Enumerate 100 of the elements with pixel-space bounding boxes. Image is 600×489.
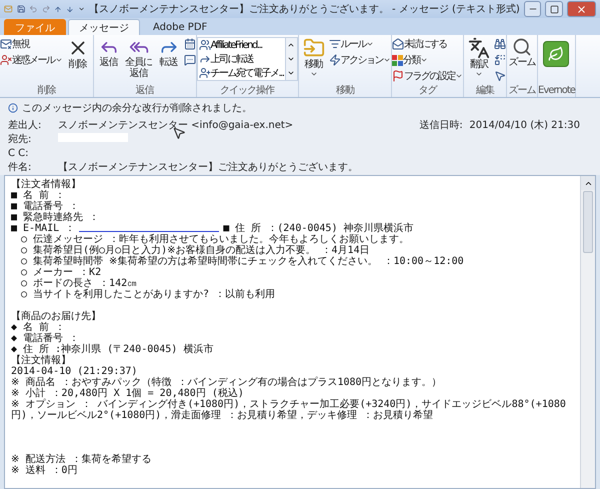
leaf-icon	[548, 46, 564, 62]
group-label: 削除	[36, 85, 57, 97]
down-icon	[287, 55, 296, 63]
message-line: ○ 伝達メッセージ ：昨年も利用させてもらいました。今年もよろしくお願いします。	[20, 234, 410, 245]
ribbon-button[interactable]: 迷惑メール	[0, 53, 62, 67]
filter-icon	[328, 38, 341, 50]
message-line: ■ 電話番号 ：	[11, 201, 80, 212]
save-icon	[16, 3, 26, 15]
message-icon	[184, 54, 196, 66]
message-line: ○ 集荷希望時間帯 ※集荷希望の方は希望時間帯にチェックを入れてください。 ：10:00～12:00	[20, 256, 465, 267]
user-x-icon	[0, 54, 12, 66]
scroll-thumb[interactable]	[583, 191, 593, 253]
app-button[interactable]	[543, 41, 570, 67]
mail-x-icon	[0, 38, 12, 50]
ribbon-button[interactable]: フラグの設定	[392, 69, 464, 83]
message-line: 【注文者情報】	[11, 179, 82, 190]
message-line: ※ 小計 ：20,480円 X 1個 = 20,480円 (税込)	[11, 388, 245, 399]
icon-button[interactable]	[184, 53, 196, 67]
message-line: 【注文情報】	[11, 355, 72, 366]
users-icon	[198, 39, 210, 51]
ribbon-button[interactable]: ズーム	[507, 37, 538, 68]
field-label: 宛先:	[8, 132, 32, 146]
quick-step-item[interactable]: チーム宛て電子メ...	[198, 66, 285, 80]
icon-button[interactable]	[184, 37, 196, 51]
maximize-icon	[550, 4, 559, 14]
ribbon-button[interactable]: 分類	[392, 53, 464, 67]
quick-step-item[interactable]: AffiliateFriend...	[198, 38, 285, 52]
calendar-icon	[184, 38, 196, 50]
info-message: このメッセージ内の余分な改行が削除されました。	[22, 102, 252, 115]
ribbon-button[interactable]: 移動	[298, 37, 329, 78]
message-line: ○ 当サイトを利用したことがありますか? ：以前も利用	[20, 289, 276, 300]
binoculars-icon	[494, 38, 506, 50]
message-line: ※ オプション ： バインディング付き(+1080円)，ストラクチャー加工必要(+3240円)，サイドエッジビベル88°(+1080円)，ソールビベル2°(+1080円)，滑走面修理 ：お見積り希望，デッキ修理 ：お見積り希望	[11, 399, 567, 421]
group-label: 移動	[334, 85, 356, 97]
field-value: スノボーメンテンスセンター <info@gaia-ex.net>	[58, 119, 294, 132]
field-value: 【スノボーメンテナンスセンター】ご注文ありがとうございます。	[58, 160, 359, 174]
message-line: ※ 送料 ：0円	[11, 465, 78, 476]
message-line: ○ メーカー ：K2	[20, 267, 102, 278]
icon-button[interactable]	[494, 53, 506, 67]
icon-button[interactable]	[494, 69, 506, 83]
message-line: ○ ボードの長さ ：142㎝	[20, 278, 138, 289]
message-line: ◆ 電話番号 ：	[11, 333, 80, 344]
info-icon	[8, 103, 18, 113]
redo-icon	[42, 3, 50, 15]
field-value: 2014/04/10 (木) 21:30	[469, 118, 580, 132]
group-label: 編集	[475, 85, 496, 97]
ribbon-button[interactable]: 無視	[0, 37, 62, 51]
ribbon-button[interactable]: 返信	[94, 37, 124, 68]
ribbon-button[interactable]: 未読にする	[392, 37, 464, 51]
ribbon-button[interactable]: アクション	[328, 53, 392, 67]
ribbon-button[interactable]: 削除	[62, 37, 92, 70]
message-line: ※ 配送方法 ：集荷を希望する	[11, 454, 152, 465]
group-label: クイック操作	[219, 85, 276, 97]
more-button[interactable]	[286, 66, 297, 80]
message-line: ■ E-MAIL ：	[11, 223, 76, 234]
message-line: ◆ 住 所 :神奈川県 (〒240-0045) 横浜市	[11, 344, 214, 355]
message-line: ■ 緊急時連絡先 ：	[11, 212, 100, 223]
replace-icon	[494, 54, 506, 66]
translate-icon	[468, 37, 490, 59]
field-label: 送信日時:	[419, 118, 464, 132]
message-line: ○ 集荷希望日(例○月○日と入力)※お客様自身の配送は入力不要。 ：4月14日	[20, 245, 371, 256]
group-label: タグ	[418, 85, 438, 97]
pointer-icon	[494, 70, 506, 82]
ribbon-button[interactable]: 翻訳	[464, 37, 494, 78]
user-plus-icon	[198, 67, 210, 79]
group-label: Evernote	[538, 85, 575, 97]
group-label: 返信	[134, 85, 155, 97]
field-label: C C:	[8, 148, 30, 158]
icon-button[interactable]	[494, 37, 506, 51]
ribbon-button[interactable]: 全員に返信	[124, 37, 154, 79]
message-line: ※ 商品名 ：おやすみパック（特徴 ：バインディング有の場合はプラス1080円となります。）	[11, 377, 443, 388]
message-line: ■ 住 所 ：(240-0045) 神奈川県横浜市	[223, 223, 414, 234]
group-label: ズーム	[508, 85, 537, 97]
zap-icon	[328, 54, 341, 66]
folder-icon	[302, 37, 325, 59]
window-title: 【スノボーメンテナンスセンター】ご注文ありがとうございます。 - メッセージ (テキスト形式)	[88, 2, 520, 16]
up-icon	[287, 41, 296, 49]
quick-step-item[interactable]: 上司に転送	[198, 52, 285, 66]
scroll-up-button[interactable]	[581, 176, 595, 190]
mail-icon	[4, 3, 13, 15]
mail-open-icon	[392, 38, 404, 50]
field-label: 差出人:	[8, 118, 42, 132]
category-icon	[392, 54, 404, 66]
flag-icon	[392, 70, 404, 82]
forward-icon	[198, 53, 210, 65]
undo-icon	[29, 3, 38, 15]
close-icon	[576, 4, 587, 14]
expand-icon	[287, 69, 296, 77]
maximize-button[interactable]	[545, 1, 563, 17]
ribbon-button[interactable]: 転送	[154, 37, 184, 68]
message-line: 【商品のお届け先】	[11, 311, 102, 322]
close-button[interactable]	[567, 1, 596, 17]
ribbon-tab[interactable]: Adobe PDF	[142, 19, 218, 35]
message-line: ■ 名 前 ：	[11, 190, 66, 201]
message-line: ◆ 名 前 ：	[11, 322, 66, 333]
minimize-button[interactable]	[524, 1, 542, 17]
ribbon-button[interactable]: ルール	[328, 37, 392, 51]
ribbon-tab[interactable]: メッセージ	[68, 19, 140, 35]
message-line: 2014-04-10 (21:29:37)	[11, 366, 138, 377]
field-label: 件名:	[8, 161, 32, 174]
